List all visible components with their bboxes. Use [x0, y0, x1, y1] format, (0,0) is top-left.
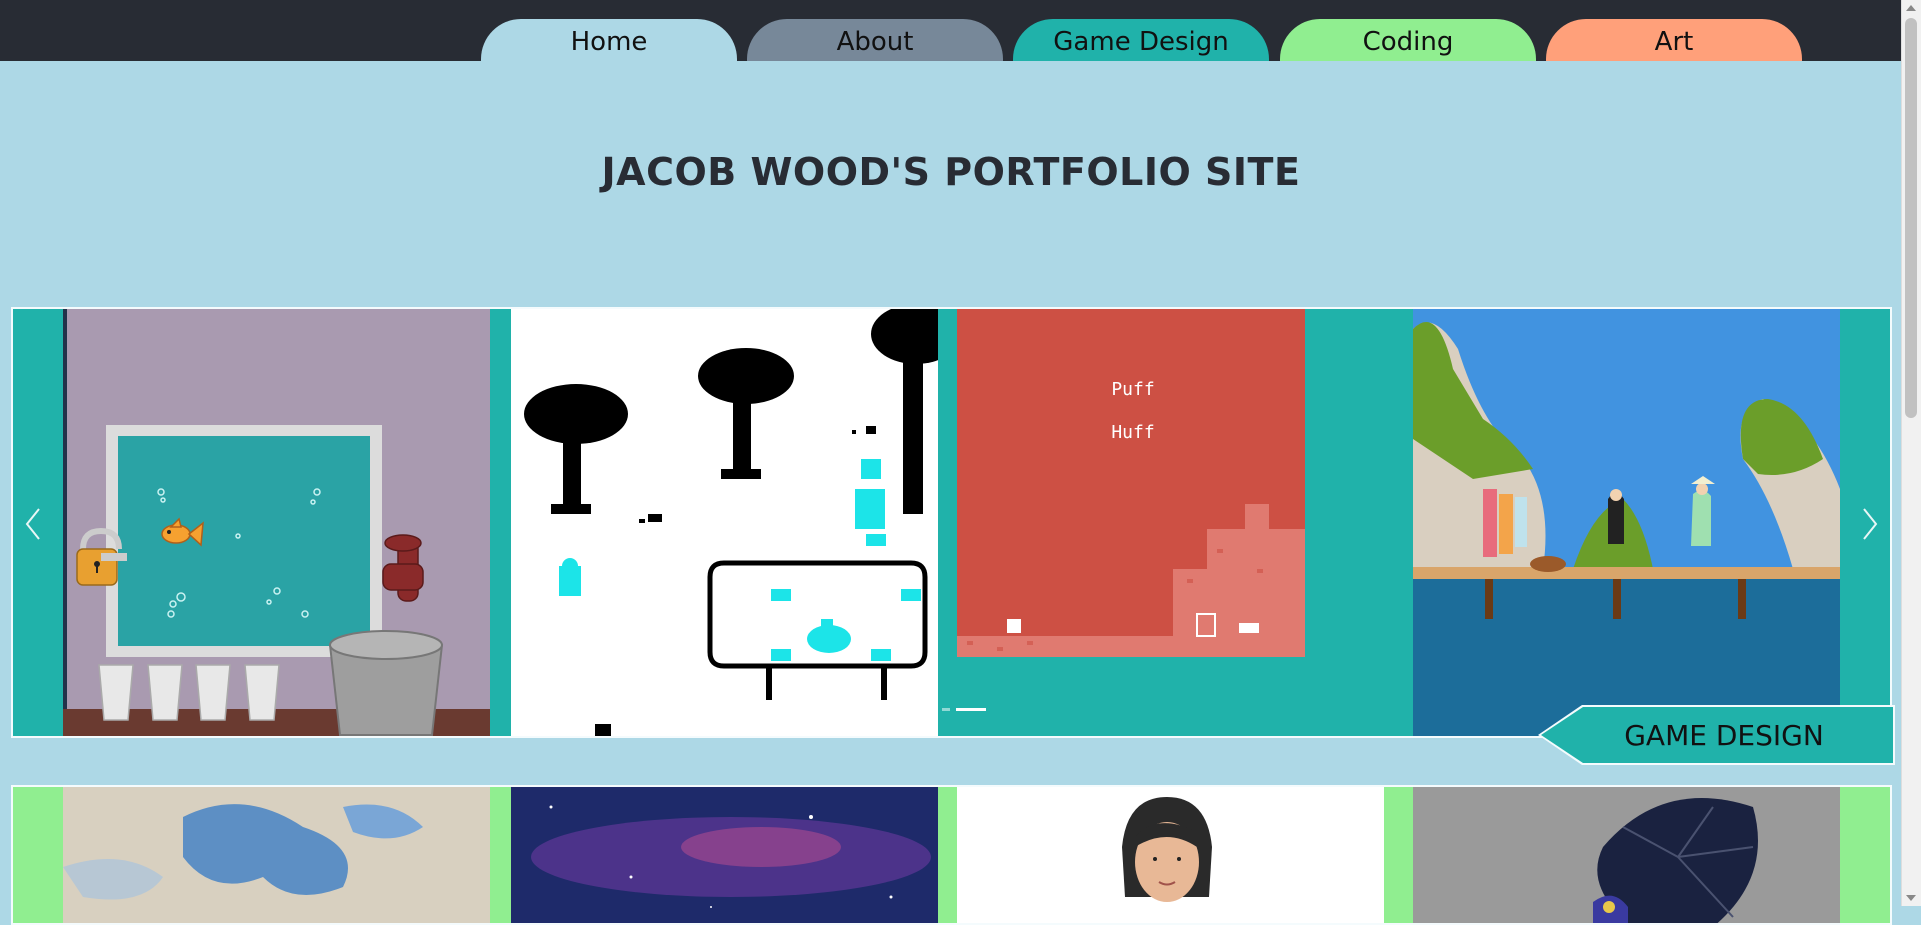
scroll-up-arrow-icon[interactable]	[1906, 5, 1916, 11]
scroll-down-arrow-icon[interactable]	[1906, 895, 1916, 901]
karst-landscape-image	[1413, 309, 1840, 736]
tab-about[interactable]: About	[747, 19, 1003, 61]
page-scrollbar[interactable]	[1901, 0, 1921, 906]
umbrella-image	[1413, 787, 1840, 923]
carousel-indicator[interactable]	[942, 708, 950, 711]
top-nav-bar: Home About Game Design Coding Art	[0, 0, 1902, 61]
slide-umbrella[interactable]	[1413, 787, 1840, 923]
slide-cloud-painting[interactable]	[63, 787, 490, 923]
art-carousel	[11, 785, 1892, 925]
chevron-right-icon	[1863, 508, 1878, 540]
game-design-label[interactable]: GAME DESIGN	[1541, 707, 1893, 763]
scrollbar-thumb[interactable]	[1905, 18, 1917, 418]
galaxy-image	[511, 787, 938, 923]
game-design-carousel: Puff Huff	[11, 307, 1892, 738]
pixel-forest-image	[511, 309, 938, 736]
tab-game-design[interactable]: Game Design	[1013, 19, 1269, 61]
tab-coding[interactable]: Coding	[1280, 19, 1536, 61]
slide-galaxy[interactable]	[511, 787, 938, 923]
tab-home[interactable]: Home	[481, 19, 737, 61]
chevron-left-icon	[25, 508, 40, 540]
portrait-image	[957, 787, 1384, 923]
slide-puff-huff[interactable]: Puff Huff	[957, 309, 1384, 736]
puff-huff-image: Puff Huff	[957, 309, 1384, 736]
slide-fish-tank[interactable]	[63, 309, 490, 736]
carousel-next-button[interactable]	[1850, 494, 1890, 554]
slide-karst-landscape[interactable]	[1413, 309, 1840, 736]
puzzle-text-puff: Puff	[1111, 379, 1154, 400]
cloud-painting-image	[63, 787, 490, 923]
slide-portrait[interactable]	[957, 787, 1384, 923]
carousel-prev-button[interactable]	[13, 494, 53, 554]
tab-art[interactable]: Art	[1546, 19, 1802, 61]
puzzle-text-huff: Huff	[1111, 422, 1154, 443]
fish-tank-image	[63, 309, 490, 736]
carousel-indicator-active[interactable]	[956, 708, 986, 711]
slide-pixel-forest[interactable]	[511, 309, 938, 736]
page-title: JACOB WOOD'S PORTFOLIO SITE	[601, 150, 1301, 194]
